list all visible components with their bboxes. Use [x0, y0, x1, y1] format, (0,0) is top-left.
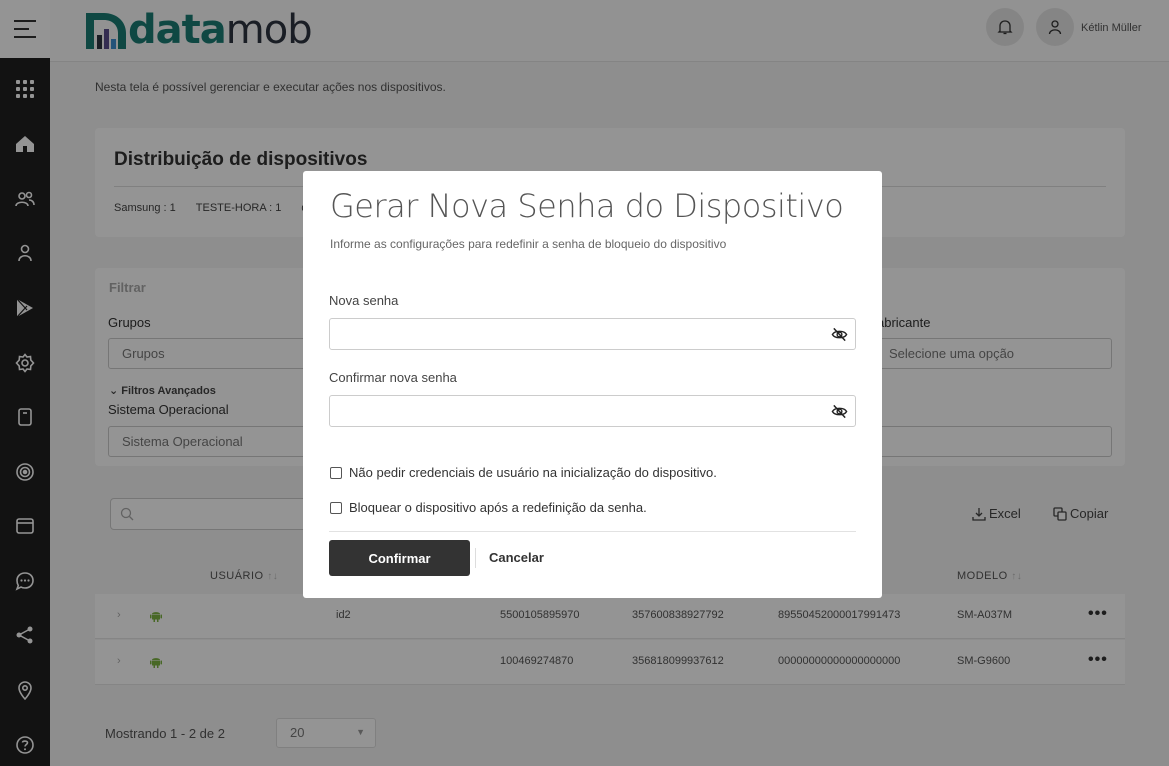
confirm-button[interactable]: Confirmar	[329, 540, 470, 576]
new-password-label: Nova senha	[329, 293, 399, 308]
lock-device-label: Bloquear o dispositivo após a redefiniçã…	[349, 500, 647, 515]
modal-title: Gerar Nova Senha do Dispositivo	[330, 187, 844, 225]
cancel-button[interactable]: Cancelar	[489, 550, 544, 565]
modal-divider	[329, 531, 856, 532]
eye-off-icon[interactable]	[831, 326, 848, 343]
skip-credentials-label: Não pedir credenciais de usuário na inic…	[349, 465, 717, 480]
eye-off-icon[interactable]	[831, 403, 848, 420]
lock-device-checkbox[interactable]: Bloquear o dispositivo após a redefiniçã…	[330, 500, 647, 515]
checkbox-box[interactable]	[330, 466, 342, 479]
confirm-password-label: Confirmar nova senha	[329, 370, 457, 385]
skip-credentials-checkbox[interactable]: Não pedir credenciais de usuário na inic…	[330, 465, 717, 480]
checkbox-box[interactable]	[330, 501, 342, 514]
modal-subtitle: Informe as configurações para redefinir …	[330, 237, 727, 251]
button-separator	[475, 548, 476, 568]
new-password-modal: Gerar Nova Senha do Dispositivo Informe …	[303, 171, 882, 598]
confirm-password-field[interactable]	[329, 395, 856, 427]
new-password-field[interactable]	[329, 318, 856, 350]
